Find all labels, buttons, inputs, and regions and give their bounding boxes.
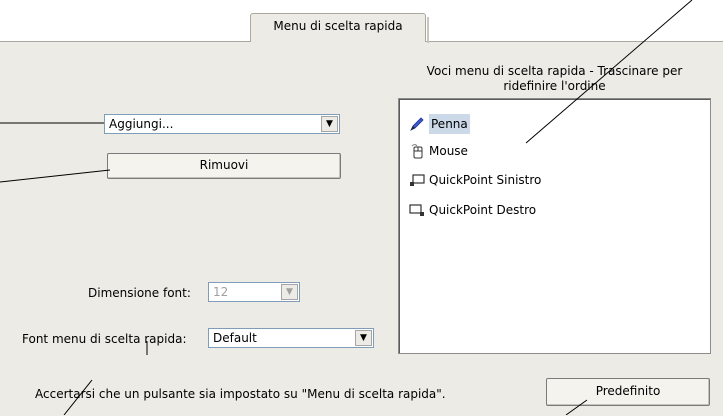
chevron-down-icon: ▼ [281, 284, 298, 300]
font-size-value: 12 [213, 285, 229, 299]
chevron-down-icon[interactable]: ▼ [355, 330, 372, 346]
list-item-mouse[interactable]: Mouse [409, 141, 468, 161]
quickpoint-right-icon [409, 202, 425, 218]
font-menu-dropdown[interactable]: Default ▼ [208, 328, 374, 348]
font-menu-value: Default [213, 331, 257, 345]
footer-note: Accertarsi che un pulsante sia impostato… [35, 387, 446, 401]
font-menu-label: Font menu di scelta rapida: [22, 332, 187, 346]
tab-label: Menu di scelta rapida [273, 19, 403, 33]
list-item-label: Mouse [429, 144, 468, 158]
list-item-label: Penna [429, 114, 470, 134]
list-header-line1: Voci menu di scelta rapida - Trascinare … [426, 64, 683, 78]
list-item-quickpoint-destro[interactable]: QuickPoint Destro [409, 200, 536, 220]
tab-shortcut-menu[interactable]: Menu di scelta rapida [250, 13, 429, 43]
list-item-label: QuickPoint Destro [429, 203, 537, 217]
add-item-value: Aggiungi... [109, 117, 174, 131]
default-button[interactable]: Predefinito [546, 378, 710, 406]
list-header: Voci menu di scelta rapida - Trascinare … [398, 64, 711, 94]
list-item-quickpoint-sinistro[interactable]: QuickPoint Sinistro [409, 170, 541, 190]
pen-icon [409, 116, 425, 132]
mouse-icon [409, 143, 425, 159]
quickpoint-left-icon [409, 172, 425, 188]
list-header-line2: ridefinire l'ordine [503, 79, 606, 93]
chevron-down-icon[interactable]: ▼ [321, 116, 338, 132]
font-size-dropdown: 12 ▼ [208, 282, 300, 302]
add-item-dropdown[interactable]: Aggiungi... ▼ [104, 114, 340, 134]
font-size-label: Dimensione font: [88, 286, 191, 300]
list-item-penna[interactable]: Penna [409, 114, 470, 134]
remove-button[interactable]: Rimuovi [107, 153, 341, 179]
menu-items-list[interactable]: Penna Mouse QuickPoint Sinistro QuickPoi… [398, 98, 711, 354]
list-item-label: QuickPoint Sinistro [429, 173, 542, 187]
